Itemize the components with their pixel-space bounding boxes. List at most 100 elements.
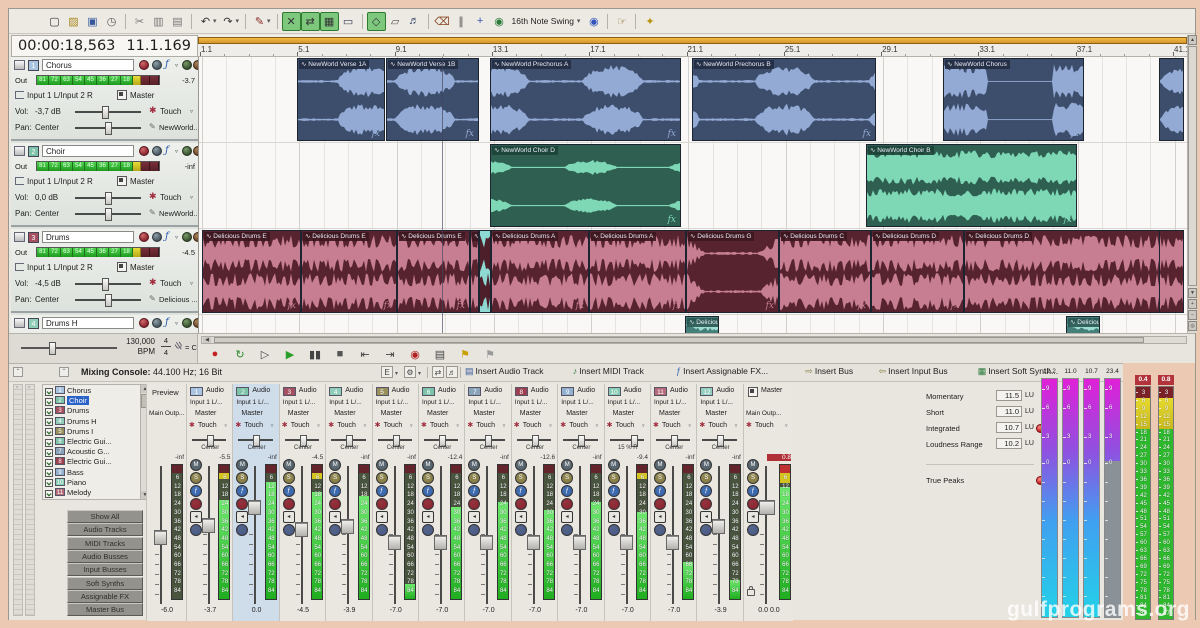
- monitor-icon[interactable]: ◂: [236, 511, 248, 523]
- strip-fader-track[interactable]: [718, 466, 720, 604]
- pan-slider[interactable]: [75, 299, 141, 301]
- filter-button-show-all[interactable]: Show All: [67, 510, 143, 523]
- track-visible-checkbox[interactable]: [45, 388, 53, 396]
- time-display[interactable]: 00:00:18,563 11.1.169: [11, 35, 198, 57]
- touch-mode-label[interactable]: Touch: [160, 107, 181, 116]
- strip-pan-slider[interactable]: [378, 439, 412, 441]
- master-routing-checkbox[interactable]: [117, 176, 127, 186]
- clip-fx-indicator[interactable]: fx: [1071, 129, 1079, 139]
- strip-fader-track[interactable]: [254, 466, 256, 604]
- mute-icon[interactable]: M: [468, 459, 480, 471]
- bpm-display[interactable]: 130,000BPM: [121, 337, 155, 357]
- touch-mode-dropdown[interactable]: ▿: [190, 280, 193, 287]
- track-header-choir[interactable]: 2Choirƒ▿Out8172635445362718-infInput 1 L…: [11, 143, 198, 227]
- audio-clip[interactable]: ∿ Delicious Drums Efx: [397, 230, 470, 313]
- stop-button[interactable]: ■: [332, 348, 348, 360]
- strip-output-label[interactable]: Master: [705, 410, 726, 417]
- split-tool-button[interactable]: ∥: [452, 12, 471, 31]
- track-name[interactable]: Drums I: [67, 427, 93, 436]
- track-name[interactable]: Electric Gui...: [67, 437, 112, 446]
- strip-fader-thumb[interactable]: [341, 519, 354, 534]
- clip-fx-indicator[interactable]: fx: [288, 301, 296, 311]
- go-to-end-button[interactable]: ⇥: [382, 348, 398, 361]
- solo-icon[interactable]: S: [190, 472, 202, 484]
- record-icon[interactable]: [700, 498, 712, 510]
- audio-clip[interactable]: ∿ Delicious Drums Afx: [491, 230, 589, 313]
- track-input-label[interactable]: Input 1 L/Input 2 R: [27, 177, 93, 186]
- volume-slider[interactable]: [75, 197, 141, 199]
- fx-icon[interactable]: ƒ: [190, 485, 202, 497]
- copy-button[interactable]: ▥: [149, 12, 168, 31]
- solo-icon[interactable]: S: [608, 472, 620, 484]
- strip-touch-label[interactable]: Touch: [244, 422, 263, 429]
- dock-strip-1[interactable]: ⌃: [13, 384, 23, 616]
- setup-gear-dropdown[interactable]: ▾: [418, 370, 421, 377]
- track-name[interactable]: Piano: [67, 478, 86, 487]
- master-strip[interactable]: MasterMain Outp...✱Touch▿MSƒ◂0.861218243…: [743, 384, 793, 621]
- strip-output-label[interactable]: Master: [566, 410, 587, 417]
- strip-touch-label[interactable]: Touch: [198, 422, 217, 429]
- filter-button-audio-busses[interactable]: Audio Busses: [67, 550, 143, 563]
- monitor-icon[interactable]: ◂: [515, 511, 527, 523]
- strip-touch-label[interactable]: Touch: [662, 422, 681, 429]
- tuning-fork-icon[interactable]: ψ: [172, 339, 184, 352]
- strip-automation-flower-icon[interactable]: ✱: [607, 421, 613, 429]
- touch-mode-dropdown[interactable]: ▿: [190, 108, 193, 115]
- link-channels-button[interactable]: ⇄: [432, 366, 444, 378]
- mixer-track-row-electric-gui-[interactable]: 6Electric Gui...: [44, 437, 140, 447]
- solo-icon[interactable]: S: [700, 472, 712, 484]
- strip-fader-thumb[interactable]: [759, 500, 775, 515]
- audio-clip[interactable]: ∿ Delicious Drums Cfx: [779, 230, 871, 313]
- fader-lock-icon[interactable]: [747, 589, 755, 596]
- strip-pan-slider[interactable]: [331, 439, 365, 441]
- strip-pan-slider[interactable]: [563, 439, 597, 441]
- track-automation-icon[interactable]: [182, 60, 192, 70]
- monitor-icon[interactable]: ◂: [700, 511, 712, 523]
- strip-output-label[interactable]: Master: [288, 410, 309, 417]
- phase-icon[interactable]: [422, 524, 434, 536]
- mixer-track-row-chorus[interactable]: 1Chorus: [44, 386, 140, 396]
- master-routing-checkbox[interactable]: [117, 262, 127, 272]
- mute-icon[interactable]: M: [608, 459, 620, 471]
- strip-automation-flower-icon[interactable]: ✱: [235, 421, 241, 429]
- strip-touch-dropdown[interactable]: ▿: [364, 423, 367, 429]
- dock-strip-2[interactable]: ⌃: [25, 384, 35, 616]
- track-fx-dropdown[interactable]: ▿: [175, 148, 178, 155]
- track-fx-button[interactable]: ƒ: [165, 59, 175, 71]
- open-project-button[interactable]: ▨: [64, 12, 83, 31]
- audio-clip[interactable]: ∿ NewWorld Choir Dfx: [490, 144, 681, 227]
- track-visible-checkbox[interactable]: [45, 428, 53, 436]
- pan-slider-thumb[interactable]: [105, 122, 112, 135]
- automation-flower-icon[interactable]: ✱: [149, 105, 157, 116]
- record-icon[interactable]: [376, 498, 388, 510]
- solo-icon[interactable]: S: [422, 472, 434, 484]
- mute-icon[interactable]: M: [329, 459, 341, 471]
- touch-mode-label[interactable]: Touch: [160, 193, 181, 202]
- strip-output-label[interactable]: Master: [381, 410, 402, 417]
- insert-button-4[interactable]: ⇨Insert Bus: [805, 366, 853, 379]
- strip-fader-track[interactable]: [765, 466, 767, 604]
- strip-fader-track[interactable]: [347, 466, 349, 604]
- automation-flower-icon[interactable]: ✱: [149, 277, 157, 288]
- mixer-track-row-drums-h[interactable]: 4Drums H: [44, 417, 140, 427]
- channel-strip-11[interactable]: 11AudioInput 1 L/...Master✱Touch▿CenterM…: [650, 384, 696, 621]
- fx-icon[interactable]: ƒ: [422, 485, 434, 497]
- loop-button[interactable]: ↻: [232, 348, 248, 361]
- strip-pan-slider[interactable]: [424, 439, 458, 441]
- fx-icon[interactable]: ƒ: [283, 485, 295, 497]
- strip-input-label[interactable]: Input 1 L/...: [468, 399, 501, 406]
- phase-icon[interactable]: [608, 524, 620, 536]
- strip-automation-flower-icon[interactable]: ✱: [282, 421, 288, 429]
- mute-icon[interactable]: M: [190, 459, 202, 471]
- save-project-button[interactable]: ▣: [83, 12, 102, 31]
- strip-fader-thumb[interactable]: [295, 522, 308, 537]
- swing-preset-dropdown[interactable]: ▾: [577, 17, 581, 25]
- strip-touch-dropdown[interactable]: ▿: [785, 423, 788, 429]
- track-record-button[interactable]: [139, 146, 149, 156]
- strip-input-label[interactable]: Input 1 L/...: [376, 399, 409, 406]
- audio-clip[interactable]: ∿ NewWorld Prechorus Bfx: [692, 58, 876, 141]
- plugin-edit-icon[interactable]: ✎: [149, 294, 156, 303]
- help-lamp-button[interactable]: ✦: [640, 12, 659, 31]
- strip-touch-label[interactable]: Touch: [569, 422, 588, 429]
- strip-touch-label[interactable]: Touch: [291, 422, 310, 429]
